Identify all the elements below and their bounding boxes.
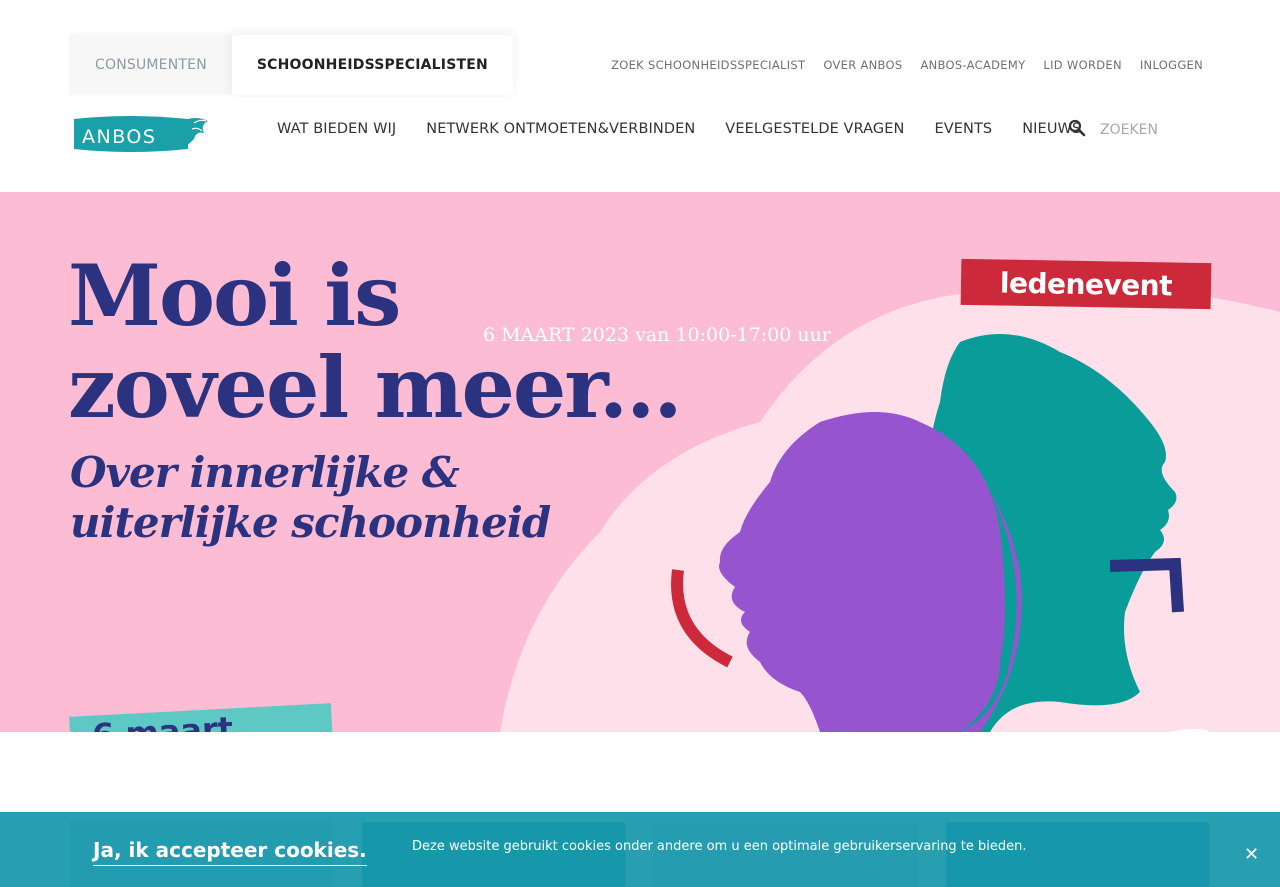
nav-events[interactable]: EVENTS — [934, 121, 992, 137]
nav-wat-bieden-wij[interactable]: WAT BIEDEN WIJ — [277, 121, 396, 137]
util-link-inloggen[interactable]: INLOGGEN — [1140, 58, 1203, 72]
ledenevent-badge: ledenevent — [960, 258, 1212, 310]
hero-subtitle-line2: uiterlijke schoonheid — [70, 498, 551, 547]
accept-cookies-button[interactable]: Ja, ik accepteer cookies. — [93, 838, 367, 866]
hero-title-line2: zoveel meer... — [68, 338, 683, 437]
search-box — [1068, 119, 1200, 141]
search-icon[interactable] — [1068, 119, 1086, 141]
utility-nav: ZOEK SCHOONHEIDSSPECIALIST OVER ANBOS AN… — [611, 58, 1203, 72]
tab-schoonheidsspecialisten[interactable]: SCHOONHEIDSSPECIALISTEN — [231, 35, 513, 95]
util-link-anbos-academy[interactable]: ANBOS-ACADEMY — [920, 58, 1025, 72]
util-link-lid-worden[interactable]: LID WORDEN — [1043, 58, 1121, 72]
util-link-over-anbos[interactable]: OVER ANBOS — [823, 58, 902, 72]
nav-veelgestelde-vragen[interactable]: VEELGESTELDE VRAGEN — [725, 121, 904, 137]
cookie-message: Deze website gebruikt cookies onder ande… — [412, 839, 1027, 854]
main-nav: WAT BIEDEN WIJ NETWERK ONTMOETEN&VERBIND… — [277, 121, 1081, 137]
hero-banner[interactable]: Mooi is zoveel meer... Over innerlijke &… — [0, 192, 1280, 732]
util-link-zoek-schoonheidsspecialist[interactable]: ZOEK SCHOONHEIDSSPECIALIST — [611, 58, 805, 72]
hero-subtitle-line1: Over innerlijke & — [70, 448, 460, 497]
nav-netwerk-ontmoeten-verbinden[interactable]: NETWERK ONTMOETEN&VERBINDEN — [426, 121, 695, 137]
hero-subtitle: Over innerlijke & uiterlijke schoonheid — [70, 448, 551, 548]
search-input[interactable] — [1100, 122, 1200, 138]
logo-text: ANBOS — [82, 126, 156, 148]
tab-consumenten[interactable]: CONSUMENTEN — [70, 35, 232, 95]
hero-event-date: 6 MAART 2023 van 10:00-17:00 uur — [483, 324, 831, 346]
anbos-logo[interactable]: ANBOS — [70, 115, 212, 153]
anbos-logo-graphic: ANBOS — [74, 116, 208, 152]
close-icon[interactable]: ✕ — [1244, 846, 1259, 864]
cookie-bar: Ja, ik accepteer cookies. Deze website g… — [0, 812, 1280, 887]
audience-tabs: CONSUMENTEN SCHOONHEIDSSPECIALISTEN — [70, 35, 513, 95]
